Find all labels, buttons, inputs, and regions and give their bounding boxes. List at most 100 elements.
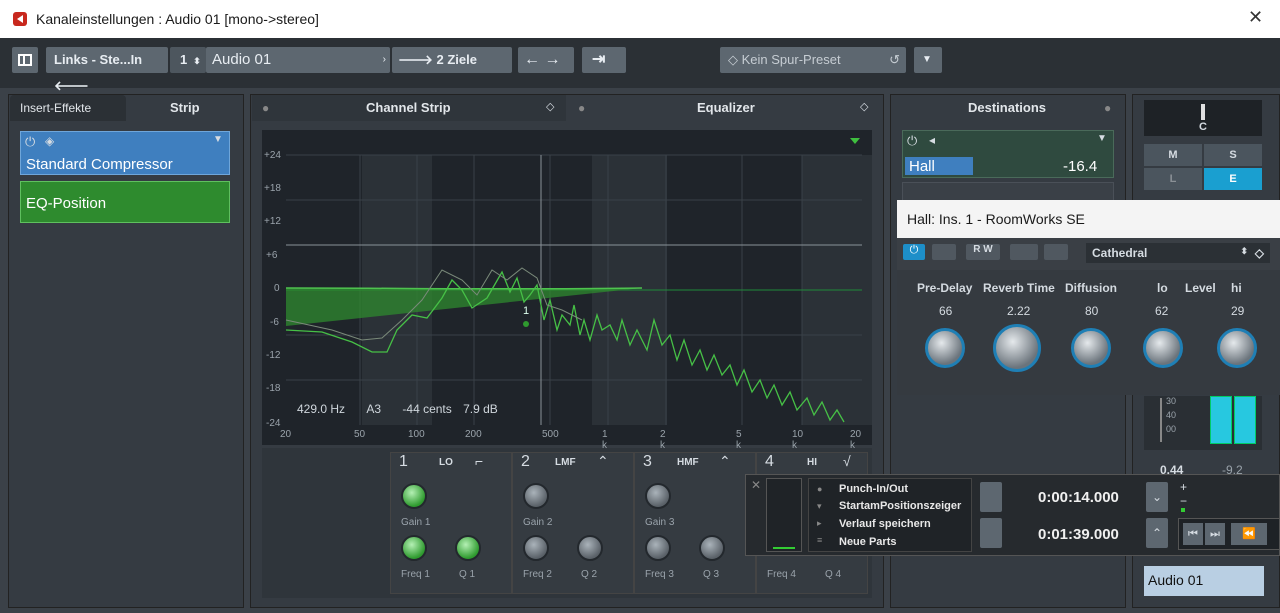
channel-name-field[interactable]: Audio 01 <box>1144 566 1264 596</box>
gain-2-knob[interactable] <box>523 483 549 509</box>
lowcut-shape-icon[interactable]: ⌐ <box>475 453 483 469</box>
gain-1-knob[interactable] <box>401 483 427 509</box>
option-punch[interactable]: Punch-In/Out <box>839 483 908 495</box>
reset-icon[interactable]: ↺ <box>889 47 900 73</box>
lo-knob[interactable] <box>1143 328 1183 368</box>
track-number-field[interactable]: 1 ⬍ <box>170 47 206 73</box>
transport-close-icon[interactable]: ✕ <box>751 478 761 492</box>
eq-curve-svg: 1 <box>285 138 872 425</box>
next-arrow-icon[interactable]: → <box>544 51 560 68</box>
cursor-icon: ▾ <box>817 501 822 511</box>
gain-3-knob[interactable] <box>645 483 671 509</box>
chevron-up-icon: ⌃ <box>1151 526 1163 540</box>
band-type: LMF <box>555 457 576 468</box>
meter-right <box>1234 396 1256 444</box>
reverb-time-knob[interactable] <box>993 324 1041 372</box>
preset-menu-button[interactable]: ▼ <box>914 47 942 73</box>
option-new-parts[interactable]: Neue Parts <box>839 536 896 548</box>
hi-knob[interactable] <box>1217 328 1257 368</box>
sync-icon: ⇥ <box>592 51 606 68</box>
insert-slot-1[interactable]: ⏻ ◈ ▼ Standard Compressor <box>20 131 230 175</box>
send-slot-1[interactable]: ⏻ ◂ ▼ Hall -16.4 <box>902 130 1114 178</box>
plugin-power-button[interactable]: ⏻ <box>903 244 925 260</box>
rewind-icon: ⏪ <box>1242 528 1256 540</box>
locator-left-button[interactable] <box>980 482 1002 512</box>
read-write-button[interactable]: R W <box>966 244 1000 260</box>
locator-down-button[interactable]: ⌄ <box>1146 482 1168 512</box>
lo-label: lo <box>1157 281 1168 295</box>
diffusion-knob[interactable] <box>1071 328 1111 368</box>
slot-menu-icon[interactable]: ▼ <box>213 134 223 145</box>
freq-3-knob[interactable] <box>645 535 671 561</box>
ab-compare-button[interactable] <box>1010 244 1038 260</box>
q-3-knob[interactable] <box>699 535 725 561</box>
transport-meter-level <box>773 547 795 549</box>
freq-label: Freq 2 <box>523 569 552 580</box>
q-2-knob[interactable] <box>577 535 603 561</box>
sync-selection-button[interactable]: ⇥ <box>582 47 626 73</box>
eq-menu-icon[interactable] <box>850 138 860 144</box>
power-icon[interactable]: ⏻ <box>907 133 917 149</box>
prev-arrow-icon[interactable]: ← <box>524 51 540 68</box>
solo-button[interactable]: S <box>1204 144 1262 166</box>
edit-button[interactable]: E <box>1204 168 1262 190</box>
tab-insert-effects-label: Insert-Effekte <box>20 101 92 115</box>
option-save-history[interactable]: Verlauf speichern <box>839 518 931 530</box>
power-icon[interactable]: ⏻ <box>25 134 35 150</box>
plugin-preset-selector[interactable]: Cathedral ⬍ ◇ <box>1086 243 1270 263</box>
freq-1-knob[interactable] <box>401 535 427 561</box>
output-routing-selector[interactable]: 🡒 2 Ziele <box>392 47 512 73</box>
reverb-time-value: 2.22 <box>1007 304 1031 318</box>
send-slot-2[interactable] <box>902 182 1114 202</box>
right-locator-time[interactable]: 0:01:39.000 <box>1038 526 1119 543</box>
prev-next-buttons[interactable]: ← → <box>518 47 574 73</box>
plus-icon[interactable]: + <box>1180 480 1187 494</box>
locator-up-button[interactable]: ⌃ <box>1146 518 1168 548</box>
goto-start-button[interactable]: ⏮ <box>1183 523 1203 545</box>
q-1-knob[interactable] <box>455 535 481 561</box>
band-number: 3 <box>643 453 652 470</box>
listen-button[interactable]: L <box>1144 168 1202 190</box>
peak-shape-icon[interactable]: ⌃ <box>597 453 609 470</box>
channel-strip-preset-icon[interactable]: ◇ <box>546 100 554 113</box>
rewind-button[interactable]: ⏪ <box>1231 523 1267 545</box>
eq-band-2: 2 LMF ⌃ Gain 2 Freq 2 Q 2 <box>512 452 634 594</box>
speaker-icon[interactable]: ◂ <box>929 133 935 147</box>
send-menu-icon[interactable]: ▼ <box>1097 133 1107 144</box>
left-locator-time[interactable]: 0:00:14.000 <box>1038 489 1119 506</box>
layout-button[interactable] <box>12 47 38 73</box>
bypass-button[interactable] <box>932 244 956 260</box>
input-routing-selector[interactable]: Links - Ste...In 🡐 <box>46 47 168 93</box>
eq-preset-icon[interactable]: ◇ <box>860 100 868 113</box>
hi-value: 29 <box>1231 304 1245 318</box>
freq-label: Freq 3 <box>645 569 674 580</box>
edit-icon[interactable]: ◈ <box>45 134 54 148</box>
minus-icon[interactable]: − <box>1180 494 1187 508</box>
peak-shape-icon[interactable]: ⌃ <box>719 453 731 470</box>
input-routing-label: Links - Ste...In <box>54 52 143 67</box>
level-label: Level <box>1185 281 1216 295</box>
tab-strip-label[interactable]: Strip <box>170 100 200 115</box>
diffusion-value: 80 <box>1085 304 1099 318</box>
option-start-at-cursor[interactable]: StartamPositionszeiger <box>839 500 961 512</box>
goto-end-button[interactable]: ⏭ <box>1205 523 1225 545</box>
locator-right-button[interactable] <box>980 518 1002 548</box>
stepper-icon: ⬍ <box>193 56 201 66</box>
pre-delay-knob[interactable] <box>925 328 965 368</box>
freq-2-knob[interactable] <box>523 535 549 561</box>
mute-button[interactable]: M <box>1144 144 1202 166</box>
eq-position-slot[interactable]: EQ-Position <box>20 181 230 223</box>
plugin-menu-button[interactable] <box>1044 244 1068 260</box>
hz-tick: 200 <box>465 429 482 440</box>
pan-display[interactable]: C <box>1144 100 1262 136</box>
tab-equalizer-label[interactable]: Equalizer <box>697 100 755 115</box>
eq-graph[interactable]: 1 +24 +18 +12 +6 0 -6 -12 -18 -24 20 50 … <box>262 130 872 451</box>
readout-note: A3 <box>366 402 382 416</box>
close-button[interactable]: ✕ <box>1248 7 1263 28</box>
eq-band-handle[interactable] <box>523 321 529 327</box>
highshelf-shape-icon[interactable]: √ <box>843 453 851 469</box>
cubase-logo-icon <box>13 12 27 26</box>
fader-track[interactable] <box>1160 398 1162 442</box>
track-preset-selector[interactable]: ◇ Kein Spur-Preset ↺ <box>720 47 906 73</box>
track-name-field[interactable]: Audio 01 › <box>206 47 390 73</box>
